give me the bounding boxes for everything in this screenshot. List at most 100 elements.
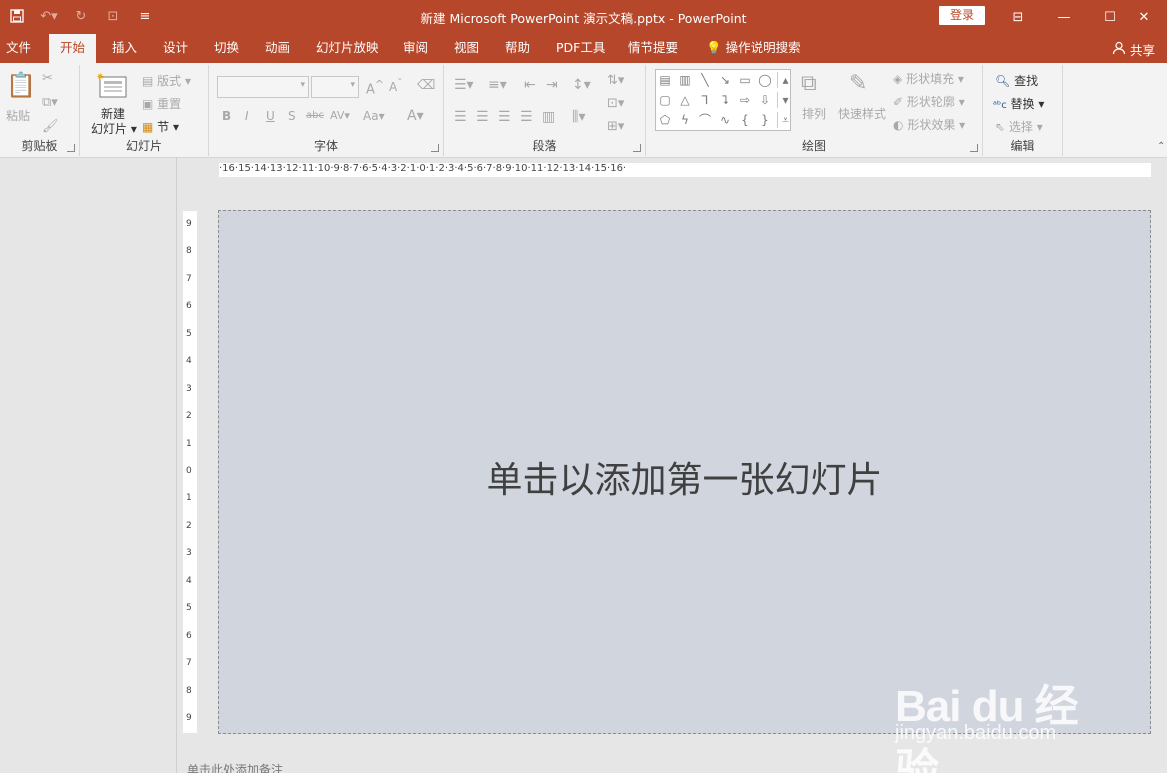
align-right-icon[interactable]: ☰ bbox=[498, 109, 511, 125]
distributed-icon[interactable]: ▥ bbox=[542, 109, 555, 125]
ribbon-display-options-icon[interactable]: ⊟ bbox=[995, 0, 1041, 34]
quick-styles-icon[interactable]: ✎ bbox=[849, 71, 867, 96]
vertical-textbox-shape-icon[interactable]: ▥ bbox=[677, 72, 693, 88]
clear-formatting-icon[interactable]: ⌫ bbox=[417, 78, 435, 93]
arc-shape-icon[interactable]: ⌒ bbox=[697, 112, 713, 128]
curve-shape-icon[interactable]: ∿ bbox=[717, 112, 733, 128]
rounded-rect-shape-icon[interactable]: ▢ bbox=[657, 92, 673, 108]
undo-icon[interactable]: ↶▾ bbox=[38, 6, 60, 26]
freeform-shape-icon[interactable]: ⬠ bbox=[657, 112, 673, 128]
collapse-ribbon-icon[interactable]: ⌃ bbox=[1157, 141, 1165, 152]
slide-thumbnails-pane[interactable] bbox=[0, 158, 177, 773]
tab-slideshow[interactable]: 幻灯片放映 bbox=[310, 34, 385, 63]
shape-effects-button[interactable]: ◐ 形状效果 ▾ bbox=[893, 116, 965, 133]
italic-icon[interactable]: I bbox=[245, 109, 249, 123]
select-button[interactable]: ⇖ 选择 ▾ bbox=[995, 118, 1043, 135]
new-slide-button[interactable]: 幻灯片 ▾ bbox=[91, 120, 137, 137]
reset-button[interactable]: ▣ 重置 bbox=[142, 95, 181, 112]
elbow-arrow-shape-icon[interactable]: ⮧ bbox=[717, 92, 733, 108]
slide-canvas[interactable]: 单击以添加第一张幻灯片 bbox=[218, 210, 1151, 734]
gallery-scroll-up-icon[interactable]: ▴ bbox=[777, 72, 793, 88]
layout-button[interactable]: ▤ 版式 ▾ bbox=[142, 72, 191, 89]
section-button[interactable]: ▦ 节 ▾ bbox=[142, 118, 179, 135]
decrease-indent-icon[interactable]: ⇤ bbox=[524, 77, 536, 93]
arrange-icon[interactable]: ⧉ bbox=[801, 71, 817, 96]
share-button[interactable]: 共享 bbox=[1112, 40, 1155, 59]
replace-button[interactable]: ᵃᵇc 替换 ▾ bbox=[993, 95, 1044, 112]
scribble-shape-icon[interactable]: ϟ bbox=[677, 112, 693, 128]
elbow-connector-shape-icon[interactable]: ⅂ bbox=[697, 92, 713, 108]
notes-placeholder[interactable]: 单击此处添加备注 bbox=[187, 761, 283, 773]
shape-fill-button[interactable]: ◈ 形状填充 ▾ bbox=[893, 70, 964, 87]
tell-me-search[interactable]: 💡 操作说明搜索 bbox=[700, 34, 807, 63]
char-spacing-icon[interactable]: AV▾ bbox=[330, 109, 350, 122]
tab-storyboard[interactable]: 情节提要 bbox=[622, 34, 684, 63]
numbering-icon[interactable]: ≡▾ bbox=[488, 77, 507, 93]
tab-help[interactable]: 帮助 bbox=[499, 34, 536, 63]
shapes-gallery[interactable]: ▤ ▥ ╲ ↘ ▭ ◯ ▢ △ ⅂ ⮧ ⇨ ⇩ ⬠ ϟ ⌒ ∿ { } ▴ ▾ … bbox=[655, 69, 791, 131]
arrange-label[interactable]: 排列 bbox=[802, 105, 826, 122]
font-color-icon[interactable]: A▾ bbox=[407, 108, 424, 124]
tab-review[interactable]: 审阅 bbox=[397, 34, 434, 63]
start-slideshow-icon[interactable]: ⊡ bbox=[102, 6, 124, 26]
line-spacing-icon[interactable]: ↕▾ bbox=[572, 77, 591, 93]
font-name-combo[interactable] bbox=[217, 76, 309, 98]
find-button[interactable]: 🔍︎ 查找 bbox=[995, 72, 1038, 89]
minimize-icon[interactable]: — bbox=[1041, 0, 1087, 34]
align-center-icon[interactable]: ☰ bbox=[476, 109, 489, 125]
font-launcher-icon[interactable] bbox=[431, 144, 439, 152]
tab-insert[interactable]: 插入 bbox=[106, 34, 143, 63]
cut-icon[interactable]: ✂ bbox=[42, 71, 53, 86]
new-slide-icon[interactable]: ✷ bbox=[96, 71, 128, 102]
text-direction-icon[interactable]: ⇅▾ bbox=[607, 73, 624, 88]
close-icon[interactable]: ✕ bbox=[1121, 0, 1167, 34]
drawing-launcher-icon[interactable] bbox=[970, 144, 978, 152]
add-first-slide-prompt[interactable]: 单击以添加第一张幻灯片 bbox=[219, 451, 1150, 503]
align-left-icon[interactable]: ☰ bbox=[454, 109, 467, 125]
bullets-icon[interactable]: ☰▾ bbox=[454, 77, 474, 93]
align-text-icon[interactable]: ⊡▾ bbox=[607, 96, 624, 111]
decrease-font-icon[interactable]: Aˇ bbox=[389, 78, 402, 94]
quick-styles-label[interactable]: 快速样式 bbox=[838, 105, 886, 122]
rectangle-shape-icon[interactable]: ▭ bbox=[737, 72, 753, 88]
tab-view[interactable]: 视图 bbox=[448, 34, 485, 63]
triangle-shape-icon[interactable]: △ bbox=[677, 92, 693, 108]
change-case-icon[interactable]: Aa▾ bbox=[363, 109, 385, 123]
underline-icon[interactable]: U bbox=[266, 109, 275, 123]
columns-icon[interactable]: ⫼▾ bbox=[572, 109, 585, 125]
right-arrow-shape-icon[interactable]: ⇨ bbox=[737, 92, 753, 108]
paste-icon[interactable]: 📋 bbox=[6, 71, 36, 99]
tab-transitions[interactable]: 切换 bbox=[208, 34, 245, 63]
login-button[interactable]: 登录 bbox=[939, 6, 985, 25]
bold-icon[interactable]: B bbox=[222, 109, 231, 123]
textbox-shape-icon[interactable]: ▤ bbox=[657, 72, 673, 88]
smartart-icon[interactable]: ⊞▾ bbox=[607, 119, 624, 134]
gallery-more-icon[interactable]: ⩡ bbox=[777, 112, 793, 128]
shape-outline-button[interactable]: ✐ 形状轮廓 ▾ bbox=[893, 93, 965, 110]
down-arrow-shape-icon[interactable]: ⇩ bbox=[757, 92, 773, 108]
tab-file[interactable]: 文件 bbox=[0, 34, 37, 63]
tab-home[interactable]: 开始 bbox=[49, 34, 97, 63]
paste-label[interactable]: 粘贴 bbox=[6, 107, 30, 124]
tab-design[interactable]: 设计 bbox=[157, 34, 194, 63]
save-icon[interactable] bbox=[6, 6, 28, 26]
vertical-ruler[interactable]: 9 8 7 6 5 4 3 2 1 0 1 2 3 4 5 6 7 8 9 bbox=[183, 211, 197, 733]
font-size-combo[interactable] bbox=[311, 76, 359, 98]
format-painter-icon[interactable]: 🖌 bbox=[42, 119, 59, 134]
redo-icon[interactable]: ↻ bbox=[70, 6, 92, 26]
arrow-line-shape-icon[interactable]: ↘ bbox=[717, 72, 733, 88]
horizontal-ruler[interactable]: ·16·15·14·13·12·11·10·9·8·7·6·5·4·3·2·1·… bbox=[219, 163, 1151, 177]
line-shape-icon[interactable]: ╲ bbox=[697, 72, 713, 88]
copy-icon[interactable]: ⧉▾ bbox=[42, 95, 58, 110]
shadow-icon[interactable]: S bbox=[288, 109, 296, 123]
gallery-scroll-down-icon[interactable]: ▾ bbox=[777, 92, 793, 108]
justify-icon[interactable]: ☰ bbox=[520, 109, 533, 125]
clipboard-launcher-icon[interactable] bbox=[67, 144, 75, 152]
tab-animations[interactable]: 动画 bbox=[259, 34, 296, 63]
right-brace-shape-icon[interactable]: } bbox=[757, 112, 773, 128]
strikethrough-icon[interactable]: abc bbox=[306, 110, 324, 121]
increase-indent-icon[interactable]: ⇥ bbox=[546, 77, 558, 93]
oval-shape-icon[interactable]: ◯ bbox=[757, 72, 773, 88]
increase-font-icon[interactable]: A^ bbox=[366, 78, 384, 97]
paragraph-launcher-icon[interactable] bbox=[633, 144, 641, 152]
